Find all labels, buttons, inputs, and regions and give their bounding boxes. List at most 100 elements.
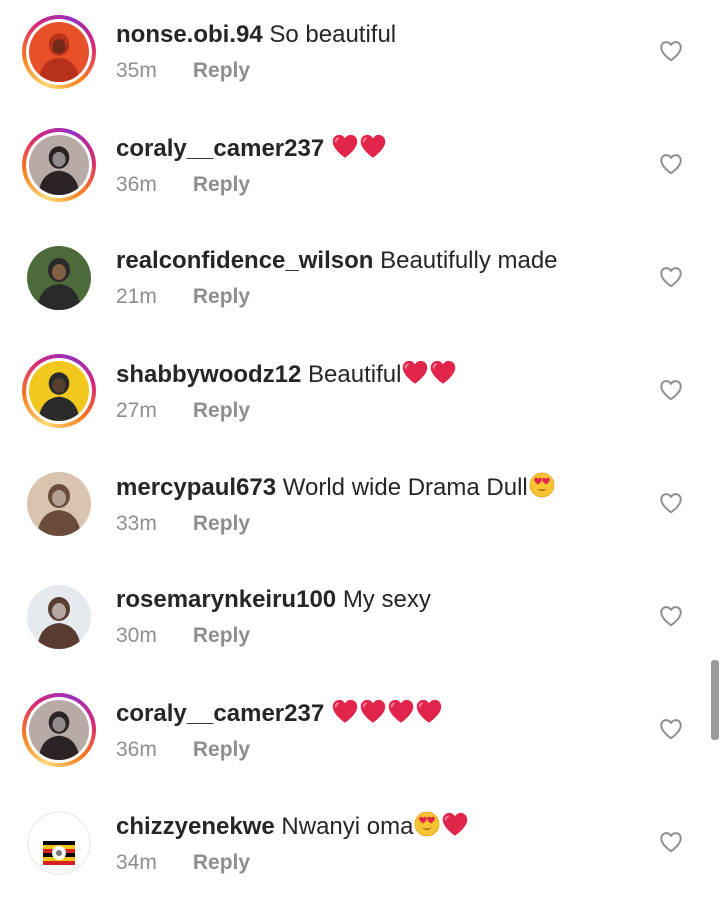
red-heart-emoji-icon: [331, 698, 359, 724]
comment-text: Beautiful: [308, 361, 402, 388]
comment-username[interactable]: shabbywoodz12: [116, 361, 301, 388]
avatar[interactable]: [27, 472, 91, 536]
comment-body: nonse.obi.94 So beautiful 35m Reply: [116, 20, 630, 84]
reply-button[interactable]: Reply: [193, 737, 250, 763]
comment-username[interactable]: coraly__camer237: [116, 700, 324, 727]
comment-body: realconfidence_wilson Beautifully made 21…: [116, 246, 630, 310]
comment-meta: 35m Reply: [116, 58, 630, 84]
heart-eyes-face-emoji-icon: [413, 811, 441, 837]
comment-meta: 21m Reply: [116, 284, 630, 310]
avatar[interactable]: [29, 361, 89, 421]
avatar-story-ring[interactable]: [22, 128, 96, 202]
comments-list: nonse.obi.94 So beautiful 35m Reply coraly_…: [0, 0, 720, 904]
avatar[interactable]: [27, 585, 91, 649]
emoji-group: [401, 359, 457, 385]
reply-button[interactable]: Reply: [193, 284, 250, 310]
comment-meta: 27m Reply: [116, 398, 630, 424]
avatar-ring-gap: [26, 132, 92, 198]
avatar[interactable]: [29, 22, 89, 82]
heart-outline-icon[interactable]: [658, 377, 684, 403]
flag-icon: [43, 841, 75, 865]
comment-item: realconfidence_wilson Beautifully made 21…: [0, 226, 720, 339]
comment-body: coraly__camer237 36m Reply: [116, 698, 630, 763]
comment-line: shabbywoodz12 Beautiful: [116, 359, 630, 390]
red-heart-emoji-icon: [401, 359, 429, 385]
comment-item: chizzyenekwe Nwanyi oma 34m Reply: [0, 791, 720, 904]
red-heart-emoji-icon: [415, 698, 443, 724]
red-heart-emoji-icon: [359, 133, 387, 159]
comment-item: rosemarynkeiru100 My sexy 30m Reply: [0, 565, 720, 678]
reply-button[interactable]: Reply: [193, 511, 250, 537]
comment-body: rosemarynkeiru100 My sexy 30m Reply: [116, 585, 630, 649]
comment-timestamp: 27m: [116, 399, 157, 422]
comment-body: chizzyenekwe Nwanyi oma 34m Reply: [116, 811, 630, 876]
comment-timestamp: 33m: [116, 512, 157, 535]
comment-username[interactable]: rosemarynkeiru100: [116, 586, 336, 613]
heart-outline-icon[interactable]: [658, 716, 684, 742]
comment-item: mercypaul673 World wide Drama Dull 33m Rep…: [0, 452, 720, 565]
avatar-story-ring[interactable]: [22, 693, 96, 767]
avatar-ring-gap: [26, 697, 92, 763]
avatar[interactable]: [29, 700, 89, 760]
heart-outline-icon[interactable]: [658, 151, 684, 177]
comment-timestamp: 34m: [116, 851, 157, 874]
red-heart-emoji-icon: [331, 133, 359, 159]
emoji-group: [413, 811, 469, 837]
comment-item: coraly__camer237 36m Reply: [0, 113, 720, 226]
avatar-container[interactable]: [22, 806, 96, 880]
avatar[interactable]: [27, 246, 91, 310]
red-heart-emoji-icon: [441, 811, 469, 837]
red-heart-emoji-icon: [359, 698, 387, 724]
comment-text: Beautifully made: [380, 247, 558, 274]
reply-button[interactable]: Reply: [193, 172, 250, 198]
comment-body: shabbywoodz12 Beautiful 27m Reply: [116, 359, 630, 424]
avatar-story-ring[interactable]: [22, 354, 96, 428]
avatar-container[interactable]: [22, 580, 96, 654]
emoji-group: [331, 698, 443, 724]
comment-username[interactable]: chizzyenekwe: [116, 813, 275, 840]
comment-text: So beautiful: [269, 21, 397, 48]
comment-body: mercypaul673 World wide Drama Dull 33m Rep…: [116, 472, 630, 537]
avatar-container[interactable]: [22, 241, 96, 315]
avatar-story-ring[interactable]: [22, 15, 96, 89]
heart-outline-icon[interactable]: [658, 264, 684, 290]
avatar-ring-gap: [26, 19, 92, 85]
heart-outline-icon[interactable]: [658, 490, 684, 516]
comment-username[interactable]: mercypaul673: [116, 474, 276, 501]
heart-outline-icon[interactable]: [658, 829, 684, 855]
comment-meta: 30m Reply: [116, 623, 630, 649]
avatar-ring-gap: [26, 358, 92, 424]
comment-text: World wide Drama Dull: [282, 474, 528, 501]
red-heart-emoji-icon: [387, 698, 415, 724]
comment-item: coraly__camer237 36m Reply: [0, 678, 720, 791]
comment-line: rosemarynkeiru100 My sexy: [116, 585, 630, 615]
comment-meta: 34m Reply: [116, 850, 630, 876]
scrollbar[interactable]: [711, 660, 719, 740]
heart-outline-icon[interactable]: [658, 38, 684, 64]
comment-item: shabbywoodz12 Beautiful 27m Reply: [0, 339, 720, 452]
reply-button[interactable]: Reply: [193, 623, 250, 649]
comment-line: coraly__camer237: [116, 133, 630, 164]
comment-timestamp: 35m: [116, 59, 157, 82]
avatar[interactable]: [29, 135, 89, 195]
reply-button[interactable]: Reply: [193, 398, 250, 424]
comment-line: nonse.obi.94 So beautiful: [116, 20, 630, 50]
avatar-container[interactable]: [22, 467, 96, 541]
heart-eyes-face-emoji-icon: [528, 472, 556, 498]
comment-timestamp: 36m: [116, 738, 157, 761]
heart-outline-icon[interactable]: [658, 603, 684, 629]
comment-line: realconfidence_wilson Beautifully made: [116, 246, 630, 276]
comment-meta: 36m Reply: [116, 737, 630, 763]
comment-line: mercypaul673 World wide Drama Dull: [116, 472, 630, 503]
red-heart-emoji-icon: [429, 359, 457, 385]
reply-button[interactable]: Reply: [193, 850, 250, 876]
comment-username[interactable]: coraly__camer237: [116, 135, 324, 162]
reply-button[interactable]: Reply: [193, 58, 250, 84]
comment-meta: 33m Reply: [116, 511, 630, 537]
comment-body: coraly__camer237 36m Reply: [116, 133, 630, 198]
avatar[interactable]: [27, 811, 91, 875]
comment-username[interactable]: nonse.obi.94: [116, 21, 263, 48]
comment-username[interactable]: realconfidence_wilson: [116, 247, 373, 274]
comment-item: nonse.obi.94 So beautiful 35m Reply: [0, 0, 720, 113]
comment-line: coraly__camer237: [116, 698, 630, 729]
